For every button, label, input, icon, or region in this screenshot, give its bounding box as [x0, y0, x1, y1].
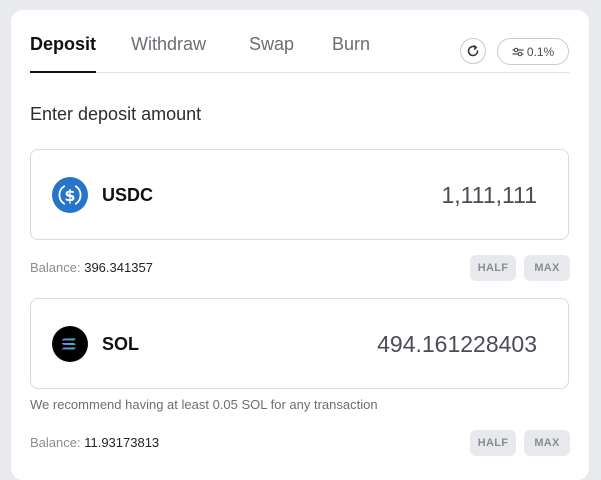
half-button[interactable]: HALF — [470, 430, 516, 456]
active-tab-indicator — [30, 71, 96, 73]
balance-label: Balance: — [30, 260, 81, 275]
token-symbol: SOL — [102, 334, 140, 354]
half-button[interactable]: HALF — [470, 255, 516, 281]
tab-withdraw[interactable]: Withdraw — [131, 34, 206, 55]
tab-bar: Deposit Withdraw Swap Burn 0.1% — [11, 10, 589, 73]
sliders-icon — [512, 47, 524, 56]
max-button[interactable]: MAX — [524, 255, 570, 281]
section-label: Enter deposit amount — [30, 104, 202, 124]
balance-value: 396.341357 — [84, 260, 153, 275]
slippage-button[interactable]: 0.1% — [497, 38, 569, 65]
tabs-divider — [30, 72, 570, 73]
balance-value: 11.93173813 — [84, 435, 160, 450]
svg-text:$: $ — [64, 186, 75, 205]
deposit-panel: Deposit Withdraw Swap Burn 0.1% Enter de… — [11, 10, 589, 480]
token-input-usdc[interactable]: $ USDC — [30, 149, 569, 240]
refresh-icon — [467, 45, 479, 57]
usdc-icon: $ — [52, 177, 88, 213]
max-button[interactable]: MAX — [524, 430, 570, 456]
amount-input[interactable] — [237, 182, 537, 209]
slippage-value: 0.1% — [526, 44, 555, 59]
tab-swap[interactable]: Swap — [249, 34, 294, 55]
amount-input[interactable] — [237, 331, 537, 358]
tab-burn[interactable]: Burn — [332, 34, 370, 55]
refresh-button[interactable] — [460, 38, 486, 64]
recommendation-text: We recommend having at least 0.05 SOL fo… — [30, 397, 378, 412]
balance-row-usdc: Balance: 396.341357 — [30, 260, 153, 275]
token-symbol: USDC — [102, 185, 154, 205]
balance-row-sol: Balance: 11.93173813 — [30, 435, 159, 450]
token-input-sol[interactable]: SOL — [30, 298, 569, 389]
solana-icon — [52, 326, 88, 362]
tab-deposit[interactable]: Deposit — [30, 34, 96, 55]
balance-label: Balance: — [30, 435, 81, 450]
